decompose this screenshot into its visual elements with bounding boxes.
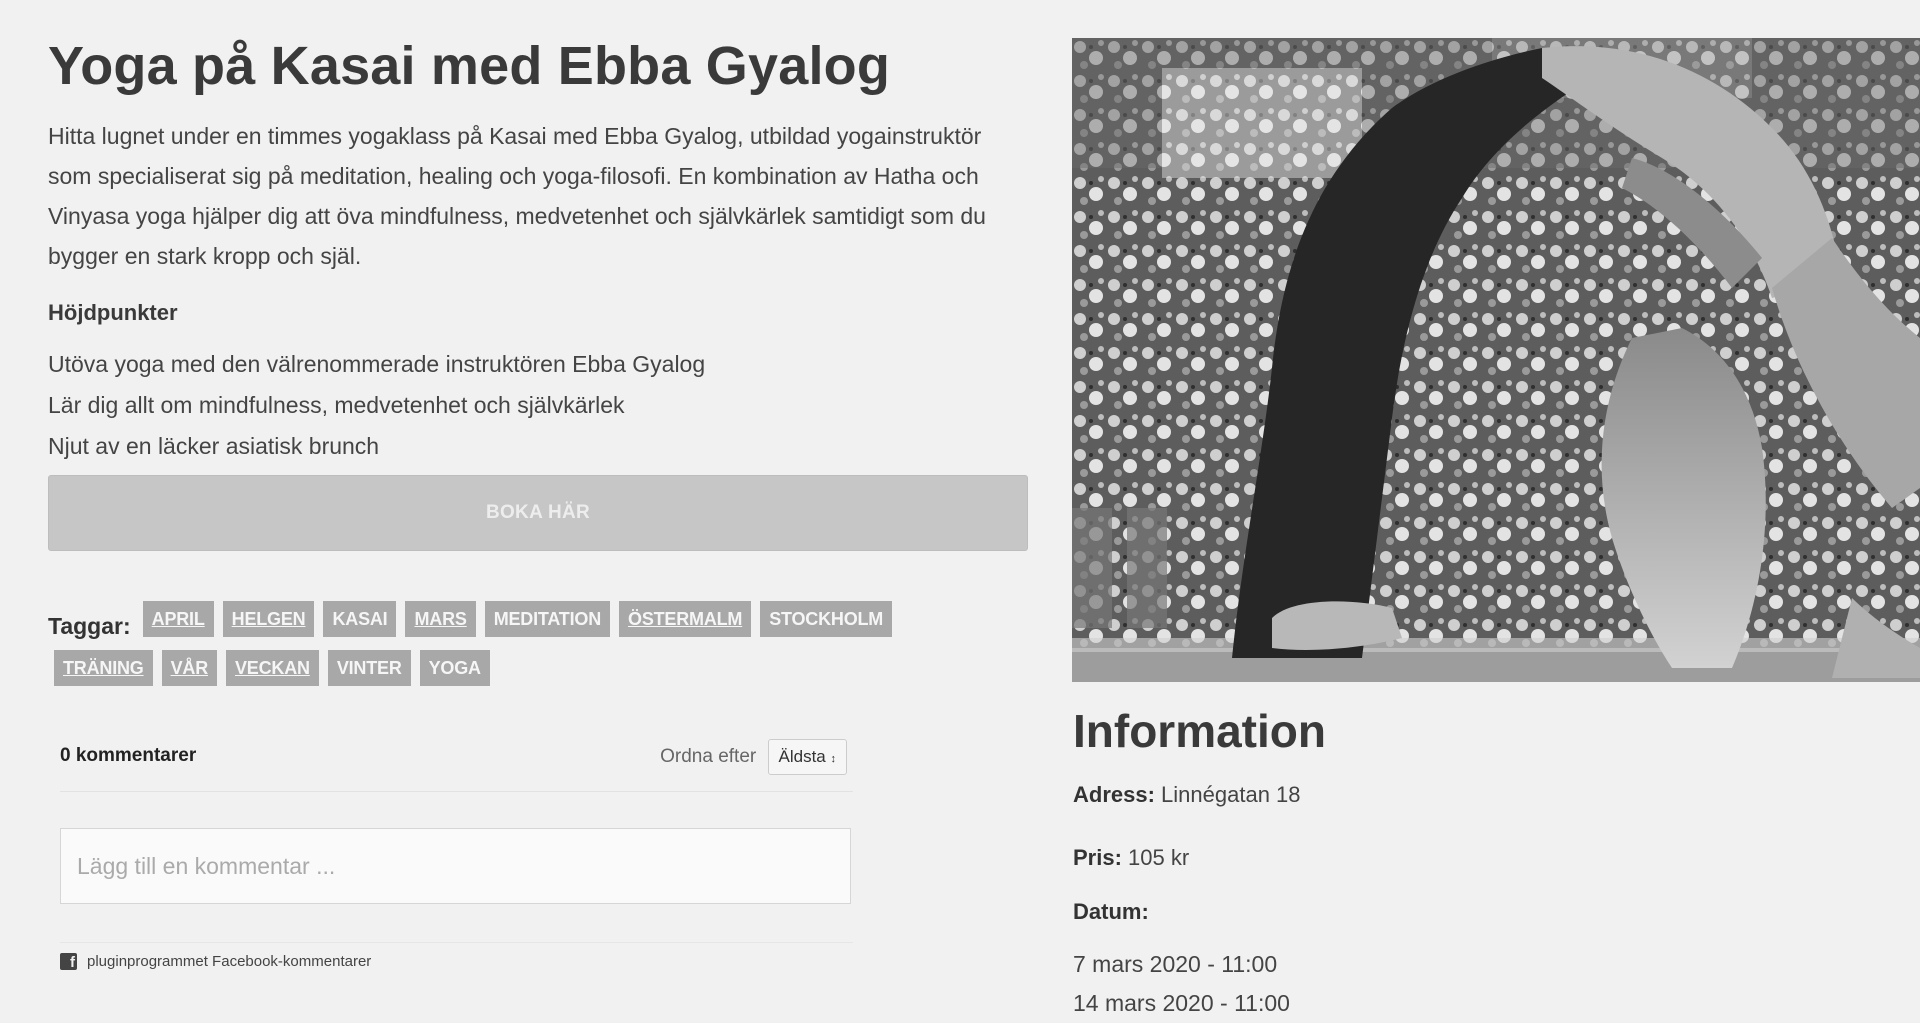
sort-value: Äldsta	[778, 747, 826, 766]
highlight-item: Lär dig allt om mindfulness, medvetenhet…	[48, 392, 625, 418]
info-section: Information Adress: Linnégatan 18 Pris: …	[1073, 700, 1913, 1023]
tags-row-2: TRÄNING VÅR VECKAN VINTER YOGA	[54, 650, 1028, 699]
plugin-link[interactable]: pluginprogrammet Facebook-kommentarer	[87, 953, 371, 970]
facebook-icon: f	[60, 953, 77, 970]
tag-meditation[interactable]: MEDITATION	[484, 601, 611, 637]
highlight-item: Njut av en läcker asiatisk brunch	[48, 433, 380, 459]
tag-ostermalm[interactable]: ÖSTERMALM	[619, 601, 752, 637]
comments-header: 0 kommentarer Ordna efter Äldsta ↕	[60, 735, 853, 792]
page-title: Yoga på Kasai med Ebba Gyalog	[48, 36, 891, 96]
highlights-heading: Höjdpunkter	[48, 300, 178, 325]
info-heading: Information	[1073, 705, 1326, 757]
tag-yoga[interactable]: YOGA	[419, 650, 490, 686]
price-value: 105 kr	[1128, 845, 1190, 870]
yoga-photo	[1072, 38, 1920, 682]
address-value: Linnégatan 18	[1161, 782, 1301, 807]
comment-count: 0 kommentarer	[60, 745, 197, 766]
intro-text: Hitta lugnet under en timmes yogaklass p…	[48, 123, 986, 269]
tag-helgen[interactable]: HELGEN	[222, 601, 315, 637]
facebook-comments: 0 kommentarer Ordna efter Äldsta ↕ f plu…	[60, 735, 853, 970]
comment-input[interactable]	[60, 828, 851, 904]
sort-arrows-icon: ↕	[830, 753, 837, 765]
tag-mars[interactable]: MARS	[405, 601, 476, 637]
date-row: Datum:	[1073, 899, 1913, 925]
highlight-item: Utöva yoga med den välrenommerade instru…	[48, 351, 706, 377]
price-label: Pris:	[1073, 845, 1122, 870]
tag-traning[interactable]: TRÄNING	[54, 650, 153, 686]
book-button[interactable]: BOKA HÄR	[48, 475, 1028, 551]
address-label: Adress:	[1073, 782, 1155, 807]
date-item: 14 mars 2020 - 11:00	[1073, 990, 1290, 1016]
sort-control: Ordna efter Äldsta ↕	[660, 739, 847, 775]
address-row: Adress: Linnégatan 18	[1073, 782, 1913, 808]
tag-kasai[interactable]: KASAI	[323, 601, 397, 637]
date-label: Datum:	[1073, 899, 1149, 924]
tag-stockholm[interactable]: STOCKHOLM	[760, 601, 893, 637]
plugin-footer: f pluginprogrammet Facebook-kommentarer	[60, 942, 853, 970]
date-item: 7 mars 2020 - 11:00	[1073, 951, 1278, 977]
article-column: Yoga på Kasai med Ebba Gyalog Hitta lugn…	[48, 30, 1030, 699]
tags-label: Taggar:	[48, 612, 131, 639]
sort-select[interactable]: Äldsta ↕	[767, 739, 847, 775]
tag-vinter[interactable]: VINTER	[327, 650, 411, 686]
tag-april[interactable]: APRIL	[142, 601, 214, 637]
highlights-list: Utöva yoga med den välrenommerade instru…	[48, 344, 1030, 467]
yoga-photo-illustration	[1072, 38, 1920, 682]
tag-var[interactable]: VÅR	[161, 650, 217, 686]
tag-veckan[interactable]: VECKAN	[226, 650, 319, 686]
sort-label: Ordna efter	[660, 746, 757, 768]
tags-section: Taggar: APRIL HELGEN KASAI MARS MEDITATION ÖST…	[48, 601, 1028, 699]
date-list: 7 mars 2020 - 11:00 14 mars 2020 - 11:00	[1073, 945, 1913, 1023]
price-row: Pris: 105 kr	[1073, 845, 1913, 871]
